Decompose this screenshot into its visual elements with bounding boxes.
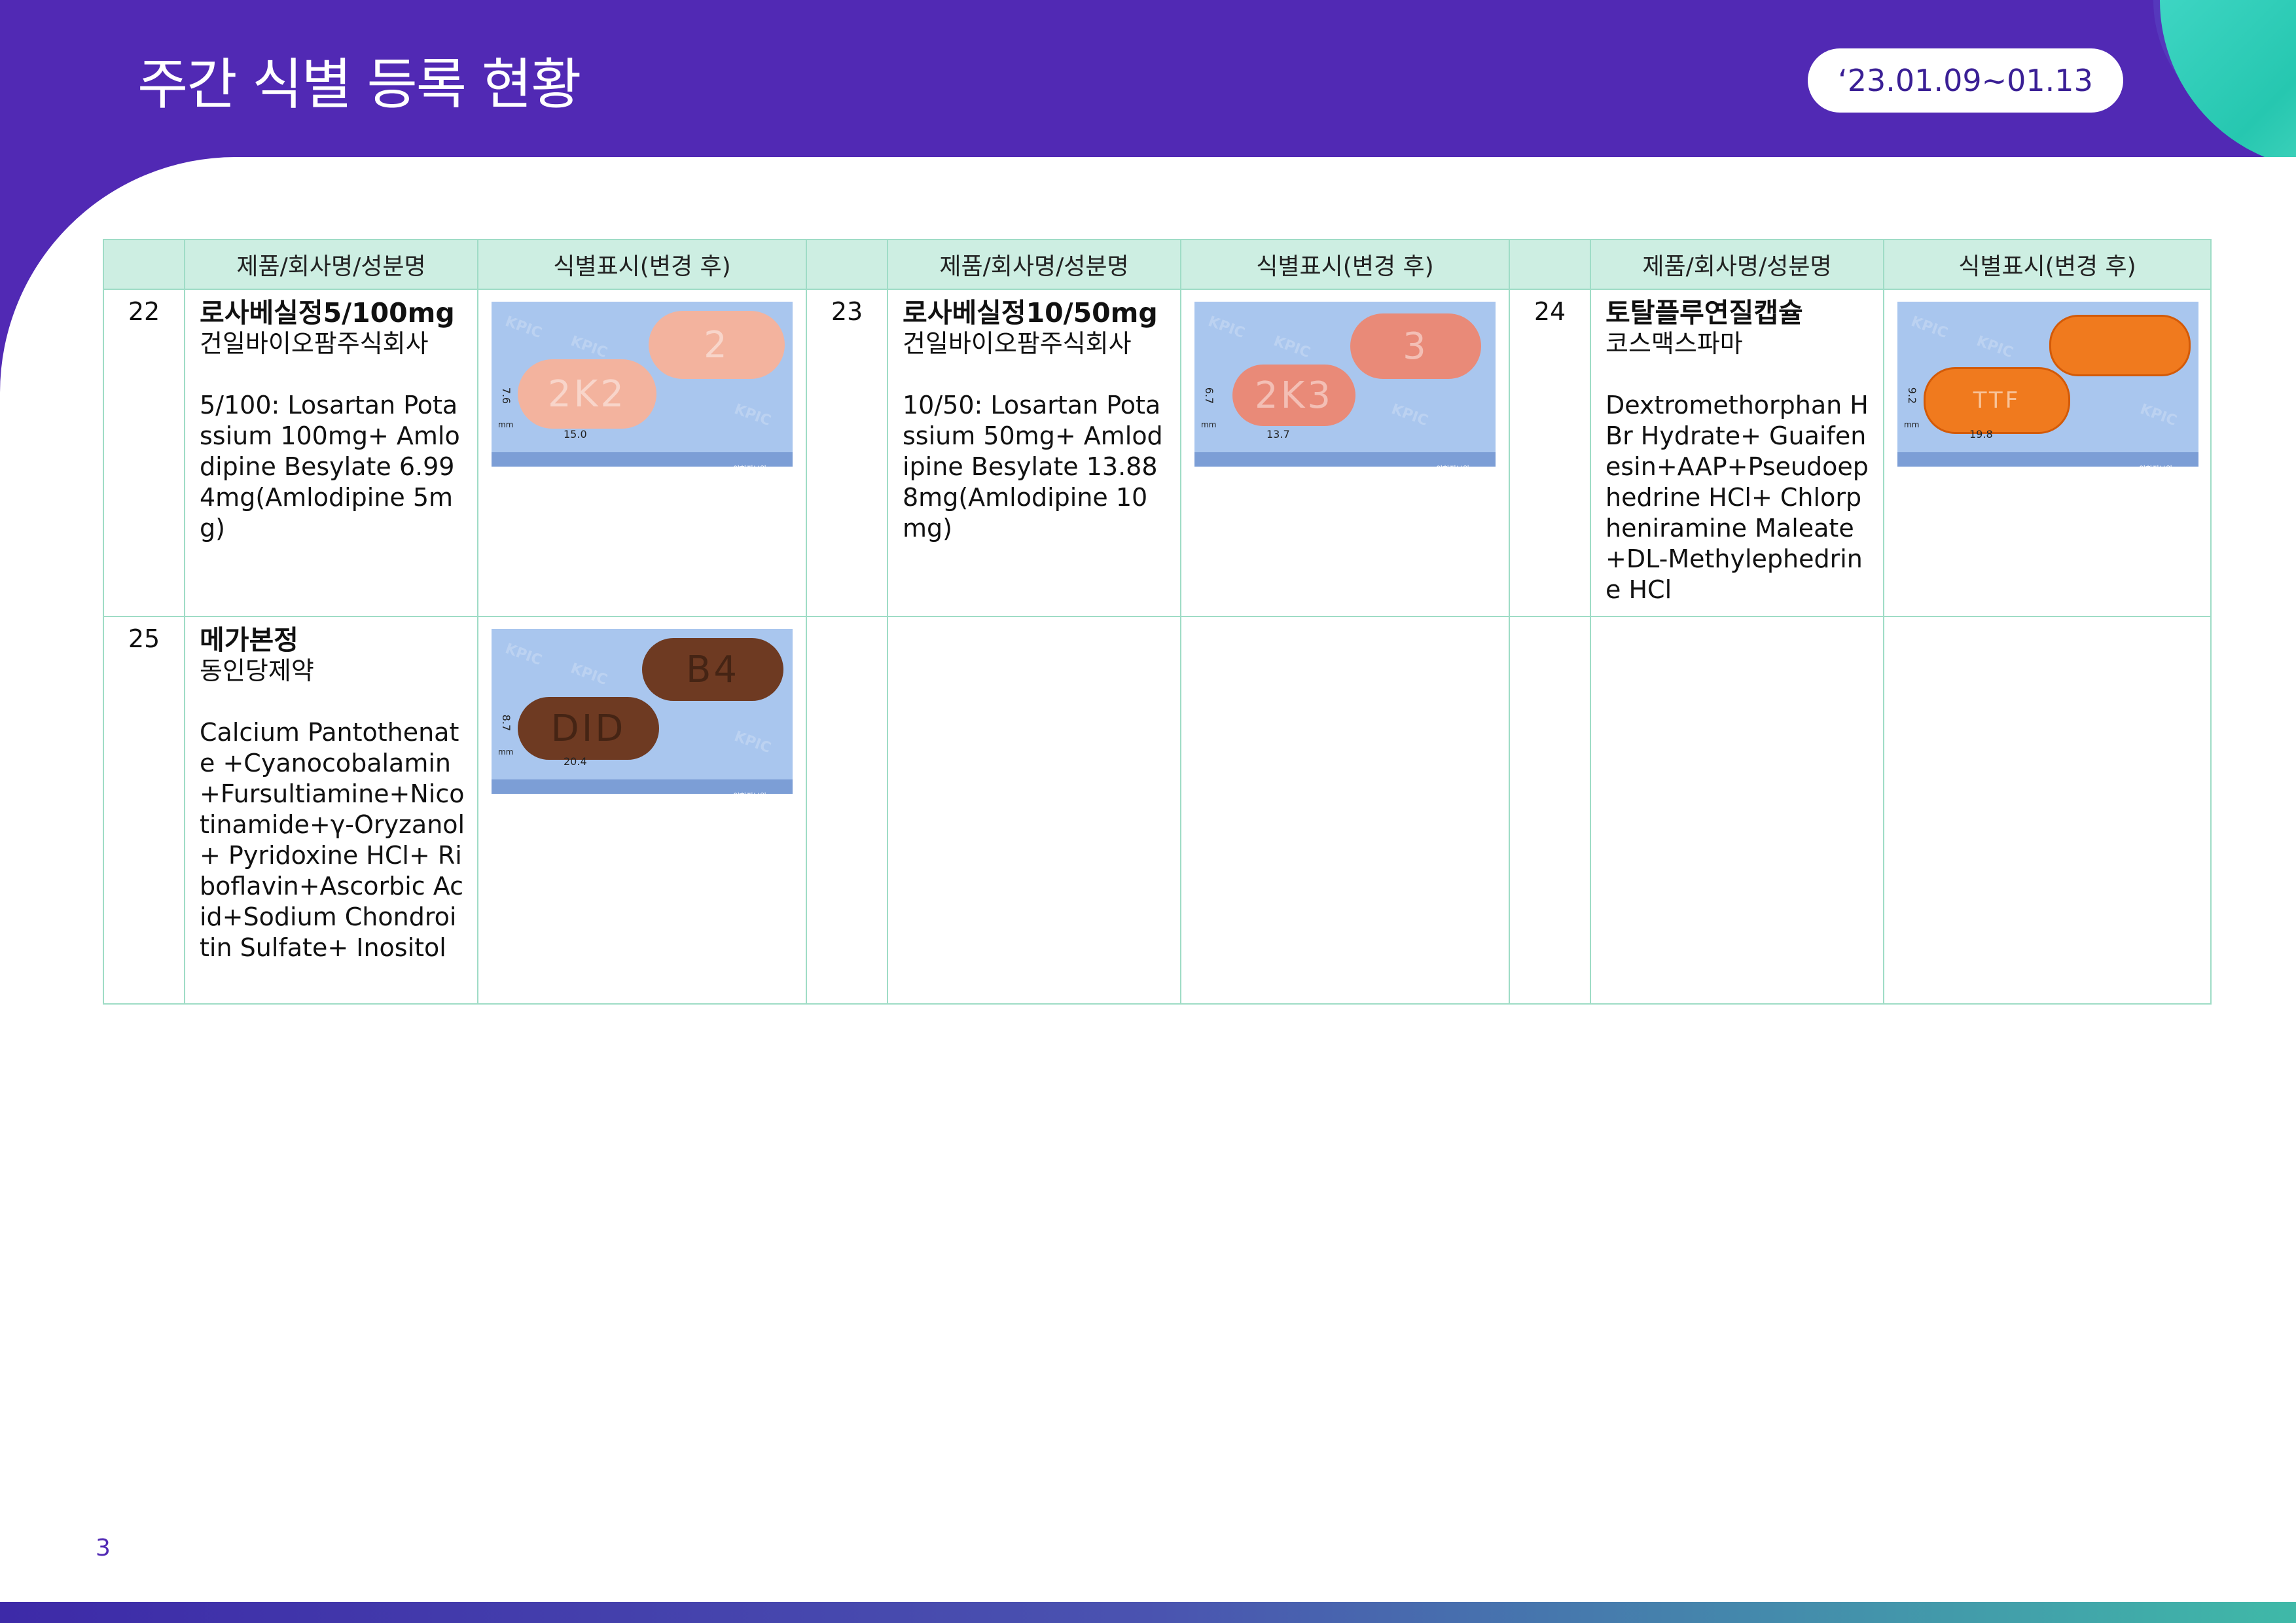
unit-label: mm bbox=[498, 420, 514, 429]
watermark-text: KPIC bbox=[1206, 313, 1247, 342]
thickness-label: 8.7 bbox=[500, 714, 513, 732]
watermark-text: KPIC bbox=[503, 313, 545, 342]
pill-front: DID bbox=[518, 697, 659, 760]
pill-photo: KPIC KPIC KPIC 3 2K3 6.7 mm 13.7 약학정보원 bbox=[1194, 302, 1496, 467]
company-name: 건일바이오팜주식회사 bbox=[200, 329, 429, 358]
header-product: 제품/회사명/성분명 bbox=[887, 239, 1181, 290]
capsule-back bbox=[2049, 315, 2191, 376]
watermark-text: KPIC bbox=[1271, 332, 1313, 362]
watermark-text: KPIC bbox=[1909, 313, 1950, 342]
photo-footer-band: 약학정보원 bbox=[1194, 452, 1496, 467]
pill-front: 2K2 bbox=[518, 359, 656, 429]
pill-photo: KPIC KPIC KPIC TTF 9.2 mm 19.8 약학정보원 bbox=[1897, 302, 2198, 467]
capsule-front: TTF bbox=[1924, 367, 2070, 434]
company-name: 건일바이오팜주식회사 bbox=[903, 329, 1132, 358]
empty-cell bbox=[806, 616, 888, 1005]
watermark-text: KPIC bbox=[568, 660, 610, 689]
item-number: 22 bbox=[103, 289, 185, 617]
pill-image-cell: KPIC KPIC KPIC 3 2K3 6.7 mm 13.7 약학정보원 bbox=[1180, 289, 1510, 617]
length-label: 19.8 bbox=[1969, 428, 1993, 440]
table-header-row: 제품/회사명/성분명 식별표시(변경 후) 제품/회사명/성분명 식별표시(변경… bbox=[103, 239, 2212, 290]
unit-label: mm bbox=[498, 747, 514, 757]
item-number: 23 bbox=[806, 289, 888, 617]
pill-front: 2K3 bbox=[1232, 365, 1355, 426]
product-name: 로사베실정5/100mg bbox=[200, 297, 455, 329]
header-product: 제품/회사명/성분명 bbox=[1590, 239, 1884, 290]
thickness-label: 7.6 bbox=[500, 387, 513, 404]
header-product: 제품/회사명/성분명 bbox=[184, 239, 478, 290]
product-info: 메가본정 동인당제약 Calcium Pantothenate +Cyanoco… bbox=[184, 616, 478, 1005]
pill-image-cell: KPIC KPIC KPIC TTF 9.2 mm 19.8 약학정보원 bbox=[1883, 289, 2212, 617]
photo-source: 약학정보원 bbox=[733, 781, 766, 794]
photo-footer-band: 약학정보원 bbox=[1897, 452, 2198, 467]
ingredients: Calcium Pantothenate +Cyanocobalamin+Fur… bbox=[200, 718, 465, 962]
product-info: 로사베실정10/50mg 건일바이오팜주식회사 10/50: Losartan … bbox=[887, 289, 1181, 617]
pill-photo: KPIC KPIC KPIC B4 DID 8.7 mm 20.4 약학정보원 bbox=[492, 629, 793, 794]
empty-cell bbox=[1883, 616, 2212, 1005]
registration-table: 제품/회사명/성분명 식별표시(변경 후) 제품/회사명/성분명 식별표시(변경… bbox=[103, 239, 2212, 1005]
thickness-label: 9.2 bbox=[1906, 387, 1919, 404]
pill-image-cell: KPIC KPIC KPIC B4 DID 8.7 mm 20.4 약학정보원 bbox=[477, 616, 807, 1005]
item-number: 25 bbox=[103, 616, 185, 1005]
pill-back: 2 bbox=[649, 311, 785, 379]
empty-cell bbox=[1590, 616, 1884, 1005]
header-marking: 식별표시(변경 후) bbox=[1883, 239, 2212, 290]
product-name: 메가본정 bbox=[200, 624, 298, 656]
header-accent-shape bbox=[2160, 0, 2296, 160]
pill-back: 3 bbox=[1350, 313, 1481, 379]
thickness-label: 6.7 bbox=[1203, 387, 1216, 404]
company-name: 동인당제약 bbox=[200, 656, 314, 685]
product-info: 로사베실정5/100mg 건일바이오팜주식회사 5/100: Losartan … bbox=[184, 289, 478, 617]
photo-footer-band: 약학정보원 bbox=[492, 779, 793, 794]
header-no bbox=[103, 239, 185, 290]
date-range-badge: ‘23.01.09~01.13 bbox=[1808, 48, 2123, 113]
empty-cell bbox=[887, 616, 1181, 1005]
page-number: 3 bbox=[96, 1535, 111, 1561]
unit-label: mm bbox=[1201, 420, 1217, 429]
header-marking: 식별표시(변경 후) bbox=[1180, 239, 1510, 290]
watermark-text: KPIC bbox=[503, 640, 545, 669]
pill-photo: KPIC KPIC KPIC 2 2K2 7.6 mm 15.0 약학정보원 bbox=[492, 302, 793, 467]
product-name: 로사베실정10/50mg bbox=[903, 297, 1158, 329]
header-no bbox=[806, 239, 888, 290]
company-name: 코스맥스파마 bbox=[1605, 329, 1743, 358]
footer-gradient-bar bbox=[0, 1602, 2296, 1623]
ingredients: 10/50: Losartan Potassium 50mg+ Amlodipi… bbox=[903, 391, 1163, 543]
empty-cell bbox=[1509, 616, 1591, 1005]
pill-back: B4 bbox=[642, 638, 783, 701]
header-no bbox=[1509, 239, 1591, 290]
header-banner: 주간 식별 등록 현황 ‘23.01.09~01.13 bbox=[0, 0, 2296, 160]
length-label: 20.4 bbox=[564, 755, 587, 768]
watermark-text: KPIC bbox=[1389, 401, 1431, 430]
photo-source: 약학정보원 bbox=[733, 454, 766, 467]
watermark-text: KPIC bbox=[2138, 401, 2179, 430]
product-info: 토탈플루연질캡슐 코스맥스파마 Dextromethorphan HBr Hyd… bbox=[1590, 289, 1884, 617]
length-label: 15.0 bbox=[564, 428, 587, 440]
header-marking: 식별표시(변경 후) bbox=[477, 239, 807, 290]
watermark-text: KPIC bbox=[732, 728, 774, 757]
watermark-text: KPIC bbox=[732, 401, 774, 430]
ingredients: Dextromethorphan HBr Hydrate+ Guaifenesi… bbox=[1605, 391, 1869, 604]
watermark-text: KPIC bbox=[1974, 332, 2016, 362]
page-title: 주간 식별 등록 현황 bbox=[137, 52, 581, 116]
ingredients: 5/100: Losartan Potassium 100mg+ Amlodip… bbox=[200, 391, 460, 543]
table-row: 25 메가본정 동인당제약 Calcium Pantothenate +Cyan… bbox=[103, 616, 2212, 1005]
product-name: 토탈플루연질캡슐 bbox=[1605, 297, 1803, 329]
empty-cell bbox=[1180, 616, 1510, 1005]
photo-source: 약학정보원 bbox=[1436, 454, 1469, 467]
photo-footer-band: 약학정보원 bbox=[492, 452, 793, 467]
photo-source: 약학정보원 bbox=[2139, 454, 2172, 467]
pill-image-cell: KPIC KPIC KPIC 2 2K2 7.6 mm 15.0 약학정보원 bbox=[477, 289, 807, 617]
length-label: 13.7 bbox=[1266, 428, 1290, 440]
item-number: 24 bbox=[1509, 289, 1591, 617]
table-row: 22 로사베실정5/100mg 건일바이오팜주식회사 5/100: Losart… bbox=[103, 289, 2212, 617]
unit-label: mm bbox=[1904, 420, 1920, 429]
